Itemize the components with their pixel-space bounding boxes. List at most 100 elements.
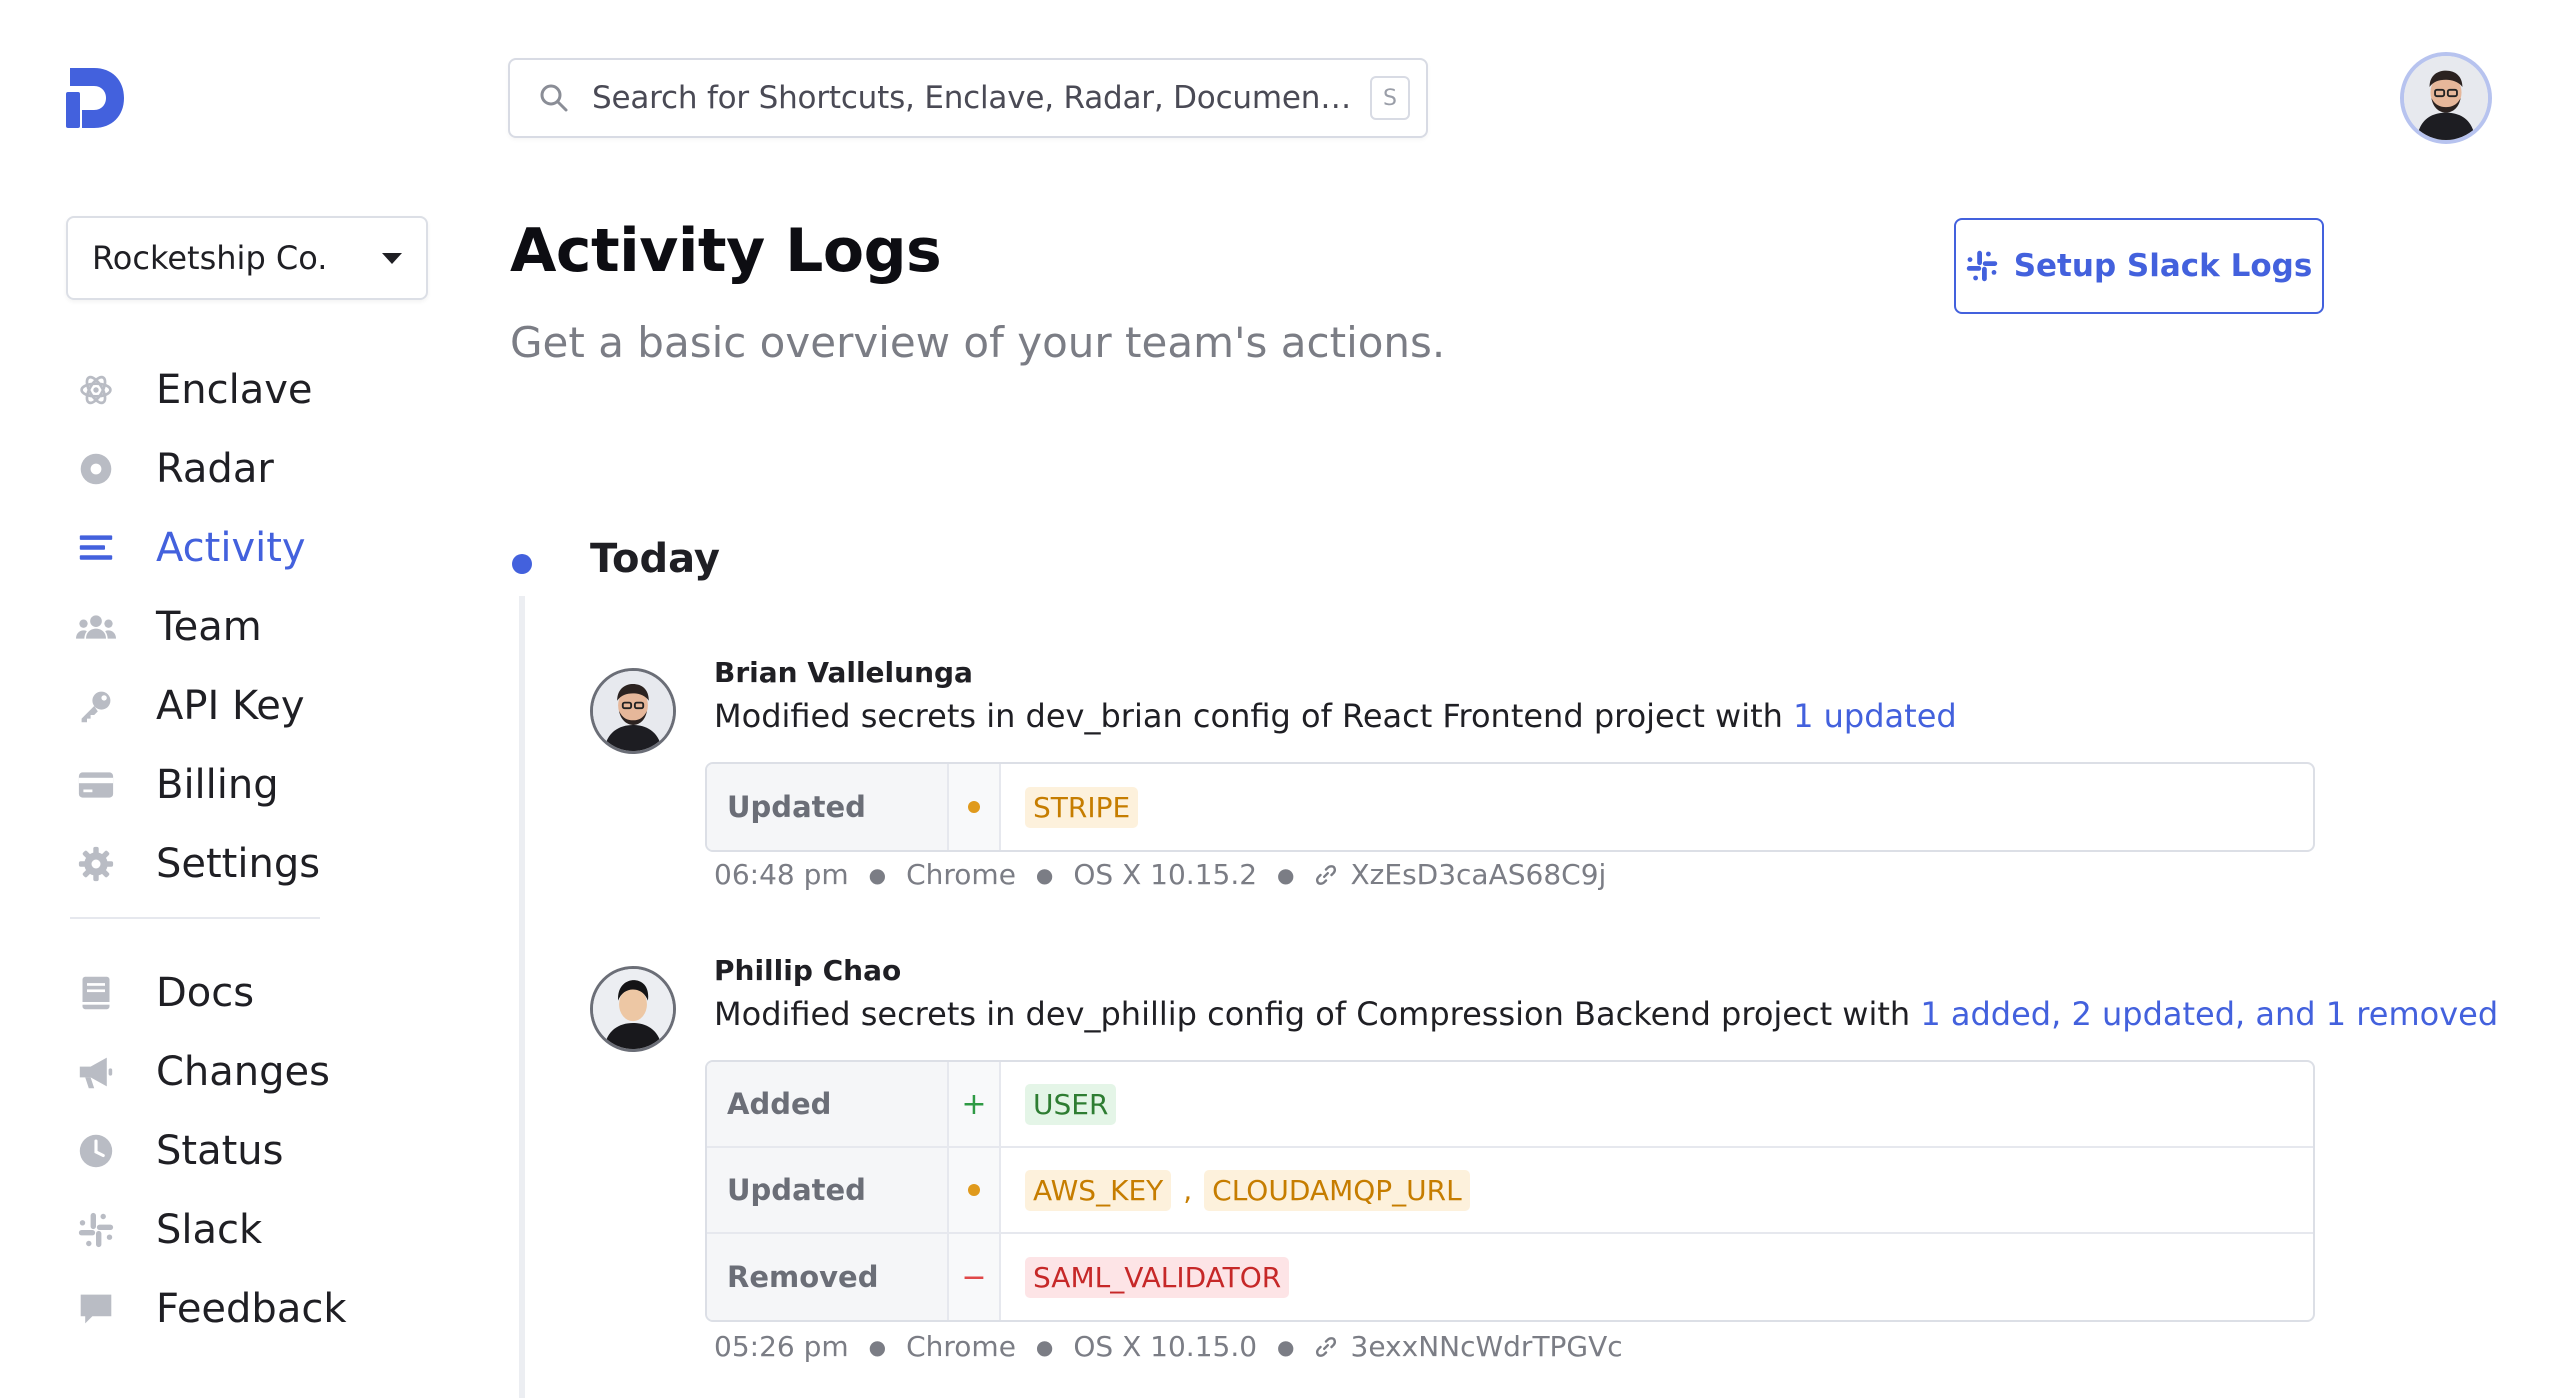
entry-id[interactable]: XzEsD3caAS68C9j	[1351, 858, 1607, 891]
sidebar-nav: Enclave Radar Activity Team API Key Bill…	[70, 350, 430, 1348]
sidebar-item-label: Changes	[156, 1048, 330, 1095]
updated-dot-icon	[949, 1148, 1001, 1232]
link-icon	[1315, 1336, 1336, 1357]
updated-dot-icon	[949, 764, 1001, 850]
slack-icon	[1966, 250, 1997, 282]
entry-os: OS X 10.15.2	[1073, 858, 1258, 891]
secret-key-tag[interactable]: USER	[1025, 1083, 1117, 1125]
secret-key-tag[interactable]: CLOUDAMQP_URL	[1204, 1169, 1470, 1211]
sidebar-item-billing[interactable]: Billing	[70, 745, 430, 824]
change-kind: Added	[707, 1062, 949, 1146]
entry-description-text: Modified secrets in dev_phillip config o…	[714, 995, 1921, 1033]
secret-key-tag[interactable]: AWS_KEY	[1025, 1169, 1172, 1211]
radar-icon	[76, 449, 116, 489]
entry-changes-link[interactable]: 1 added, 2 updated, and 1 removed	[1920, 995, 2498, 1033]
sidebar-item-slack[interactable]: Slack	[70, 1190, 430, 1269]
change-keys: STRIPE	[1001, 764, 2313, 850]
sidebar-item-docs[interactable]: Docs	[70, 953, 430, 1032]
sidebar-item-activity[interactable]: Activity	[70, 508, 430, 587]
org-selector[interactable]: Rocketship Co.	[66, 216, 428, 300]
sidebar-item-label: Billing	[156, 761, 279, 808]
entry-user-name: Phillip Chao	[714, 954, 902, 987]
entry-description-text: Modified secrets in dev_brian config of …	[714, 697, 1794, 735]
sidebar-item-label: Settings	[156, 840, 321, 887]
change-keys: SAML_VALIDATOR	[1001, 1234, 2313, 1320]
list-icon	[76, 528, 116, 568]
sidebar-item-status[interactable]: Status	[70, 1111, 430, 1190]
change-kind: Removed	[707, 1234, 949, 1320]
search-bar[interactable]: Search for Shortcuts, Enclave, Radar, Do…	[508, 58, 1428, 138]
sidebar-item-radar[interactable]: Radar	[70, 429, 430, 508]
sidebar-item-label: Feedback	[156, 1285, 347, 1332]
change-kind: Updated	[707, 764, 949, 850]
meta-separator: ●	[868, 862, 887, 887]
entry-id[interactable]: 3exxNNcWdrTPGVc	[1351, 1330, 1623, 1363]
timeline-dot	[512, 554, 532, 574]
table-row: Added + USER	[707, 1062, 2313, 1148]
changes-table: Updated STRIPE	[705, 762, 2315, 852]
meta-separator: ●	[1277, 862, 1295, 887]
chat-icon	[76, 1289, 116, 1329]
sidebar-item-label: Enclave	[156, 366, 313, 413]
timeline-section-title: Today	[590, 536, 720, 582]
sidebar-item-label: API Key	[156, 682, 305, 729]
key-icon	[76, 686, 116, 726]
entry-browser: Chrome	[906, 858, 1016, 891]
entry-user-name: Brian Vallelunga	[714, 656, 973, 689]
book-icon	[76, 973, 116, 1013]
key-separator: ,	[1183, 1173, 1193, 1207]
meta-separator: ●	[1035, 862, 1054, 887]
entry-os: OS X 10.15.0	[1073, 1330, 1258, 1363]
changes-table: Added + USER Updated AWS_KEY , CLOUDAMQP…	[705, 1060, 2315, 1322]
timeline-line	[519, 596, 525, 1398]
sidebar-item-feedback[interactable]: Feedback	[70, 1269, 430, 1348]
sidebar-item-label: Activity	[156, 524, 306, 571]
search-icon	[540, 84, 568, 112]
sidebar-item-label: Slack	[156, 1206, 263, 1253]
sidebar-item-label: Docs	[156, 969, 255, 1016]
atom-icon	[76, 370, 116, 410]
avatar[interactable]	[590, 966, 676, 1052]
entry-browser: Chrome	[906, 1330, 1016, 1363]
entry-meta: 06:48 pm ● Chrome ● OS X 10.15.2 ● XzEsD…	[714, 858, 1606, 891]
doppler-logo[interactable]	[64, 66, 128, 130]
slack-icon	[76, 1210, 116, 1250]
credit-card-icon	[76, 765, 116, 805]
user-avatar[interactable]	[2400, 52, 2492, 144]
clock-icon	[76, 1131, 116, 1171]
sidebar-item-label: Status	[156, 1127, 284, 1174]
sidebar-item-label: Team	[156, 603, 262, 650]
meta-separator: ●	[1277, 1334, 1295, 1359]
sidebar-item-changes[interactable]: Changes	[70, 1032, 430, 1111]
change-keys: USER	[1001, 1062, 2313, 1146]
change-keys: AWS_KEY , CLOUDAMQP_URL	[1001, 1148, 2313, 1232]
sidebar-item-settings[interactable]: Settings	[70, 824, 430, 903]
entry-meta: 05:26 pm ● Chrome ● OS X 10.15.0 ● 3exxN…	[714, 1330, 1623, 1363]
sidebar-item-enclave[interactable]: Enclave	[70, 350, 430, 429]
entry-changes-link[interactable]: 1 updated	[1793, 697, 1957, 735]
entry-description: Modified secrets in dev_phillip config o…	[714, 995, 2498, 1033]
entry-description: Modified secrets in dev_brian config of …	[714, 697, 1957, 735]
meta-separator: ●	[868, 1334, 887, 1359]
sidebar-divider	[70, 917, 320, 919]
change-kind: Updated	[707, 1148, 949, 1232]
team-icon	[76, 607, 116, 647]
link-icon	[1315, 864, 1336, 885]
avatar[interactable]	[590, 668, 676, 754]
secret-key-tag[interactable]: SAML_VALIDATOR	[1025, 1256, 1290, 1298]
table-row: Updated AWS_KEY , CLOUDAMQP_URL	[707, 1148, 2313, 1234]
entry-time: 05:26 pm	[714, 1330, 849, 1363]
sidebar-item-api-key[interactable]: API Key	[70, 666, 430, 745]
plus-icon: +	[949, 1062, 1001, 1146]
gear-icon	[76, 844, 116, 884]
chevron-down-icon	[382, 252, 402, 264]
entry-time: 06:48 pm	[714, 858, 849, 891]
meta-separator: ●	[1035, 1334, 1054, 1359]
minus-icon: −	[949, 1234, 1001, 1320]
page-title: Activity Logs	[510, 216, 942, 286]
table-row: Removed − SAML_VALIDATOR	[707, 1234, 2313, 1320]
setup-slack-logs-button[interactable]: Setup Slack Logs	[1954, 218, 2324, 314]
sidebar-item-team[interactable]: Team	[70, 587, 430, 666]
search-placeholder: Search for Shortcuts, Enclave, Radar, Do…	[592, 80, 1360, 116]
secret-key-tag[interactable]: STRIPE	[1025, 786, 1139, 828]
